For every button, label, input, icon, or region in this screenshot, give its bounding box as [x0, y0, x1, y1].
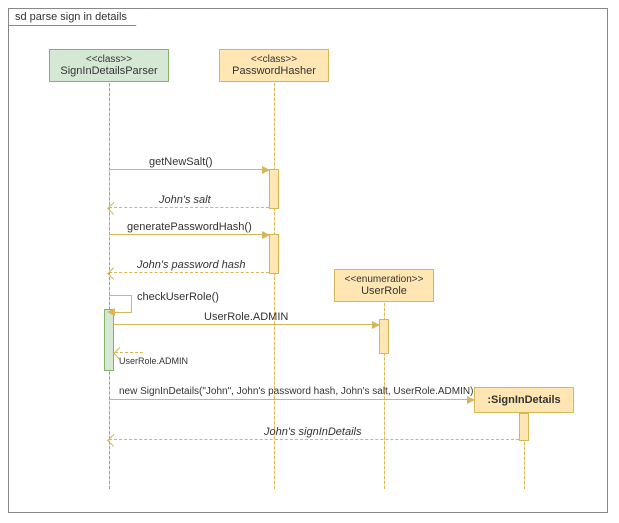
msg-label: UserRole.ADMIN: [204, 311, 288, 323]
lifeline-stereo: <<class>>: [226, 54, 322, 65]
lifeline-details: :SignInDetails: [474, 387, 574, 413]
sequence-frame: sd parse sign in details <<class>> SignI…: [8, 8, 608, 513]
lifeline-parser: <<class>> SignInDetailsParser: [49, 49, 169, 82]
lifeline-name: UserRole: [341, 285, 427, 297]
msg-getnewsalt: getNewSalt(): [109, 169, 269, 170]
activation-userrole: [379, 319, 389, 354]
lifeline-dash-parser: [109, 83, 110, 489]
return-hash: John's password hash: [109, 272, 269, 273]
arrow-head-icon: [262, 231, 270, 239]
activation-parser-self: [104, 309, 114, 371]
return-userrole: [115, 352, 143, 353]
msg-label: generatePasswordHash(): [127, 221, 252, 233]
lifeline-name: :SignInDetails: [481, 394, 567, 406]
arrow-head-icon: [372, 321, 380, 329]
msg-userrole-admin: UserRole.ADMIN: [114, 324, 379, 325]
msg-genhash: generatePasswordHash(): [109, 234, 269, 235]
activation-hasher-1: [269, 169, 279, 209]
msg-label: John's password hash: [137, 259, 246, 271]
lifeline-stereo: <<enumeration>>: [341, 274, 427, 285]
msg-label: checkUserRole(): [137, 291, 219, 303]
msg-label: UserRole.ADMIN: [119, 356, 188, 366]
activation-details: [519, 413, 529, 441]
msg-label: new SignInDetails("John", John's passwor…: [119, 386, 473, 397]
lifeline-name: PasswordHasher: [226, 65, 322, 77]
arrow-head-icon: [262, 166, 270, 174]
lifeline-name: SignInDetailsParser: [56, 65, 162, 77]
lifeline-hasher: <<class>> PasswordHasher: [219, 49, 329, 82]
arrow-head-icon: [107, 308, 115, 316]
msg-label: John's signInDetails: [264, 426, 362, 438]
frame-title: sd parse sign in details: [8, 8, 146, 26]
return-salt: John's salt: [109, 207, 269, 208]
lifeline-userrole: <<enumeration>> UserRole: [334, 269, 434, 302]
msg-label: getNewSalt(): [149, 156, 213, 168]
lifeline-stereo: <<class>>: [56, 54, 162, 65]
msg-new-signindetails: new SignInDetails("John", John's passwor…: [109, 399, 474, 400]
activation-hasher-2: [269, 234, 279, 274]
self-checkuserrole: [109, 295, 132, 313]
return-signindetails: John's signInDetails: [109, 439, 519, 440]
msg-label: John's salt: [159, 194, 211, 206]
